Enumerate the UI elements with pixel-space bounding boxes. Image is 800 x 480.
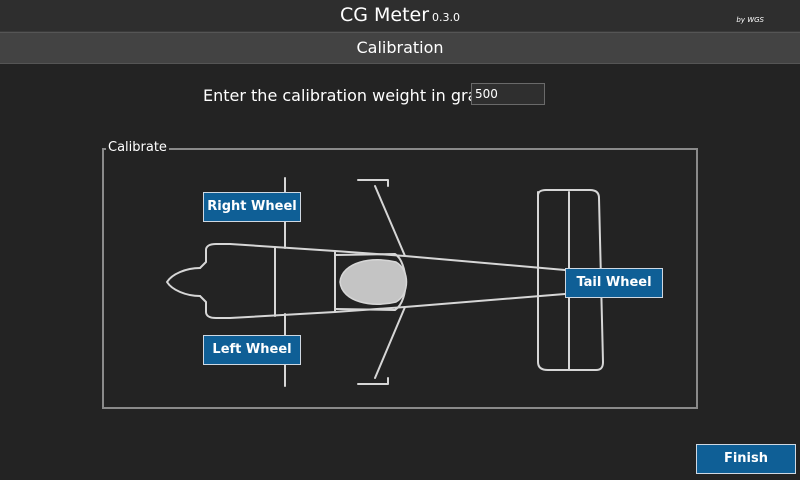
title-bar: CG Meter 0.3.0 by WGS <box>0 0 800 32</box>
finish-button[interactable]: Finish <box>696 444 796 474</box>
calibrate-group-legend: Calibrate <box>106 140 169 155</box>
right-wheel-button[interactable]: Right Wheel <box>203 192 301 222</box>
tail-wheel-button[interactable]: Tail Wheel <box>565 268 663 298</box>
app-name: CG Meter <box>339 4 430 26</box>
calibration-weight-label: Enter the calibration weight in grams : <box>203 86 512 105</box>
calibration-weight-row: Enter the calibration weight in grams : <box>0 83 800 107</box>
calibration-weight-input[interactable] <box>471 83 545 105</box>
app-title: CG Meter 0.3.0 <box>0 4 800 29</box>
page-title: Calibration <box>0 32 800 64</box>
left-wheel-button[interactable]: Left Wheel <box>203 335 301 365</box>
author-byline: by WGS <box>736 16 764 24</box>
app-version: 0.3.0 <box>432 11 461 24</box>
